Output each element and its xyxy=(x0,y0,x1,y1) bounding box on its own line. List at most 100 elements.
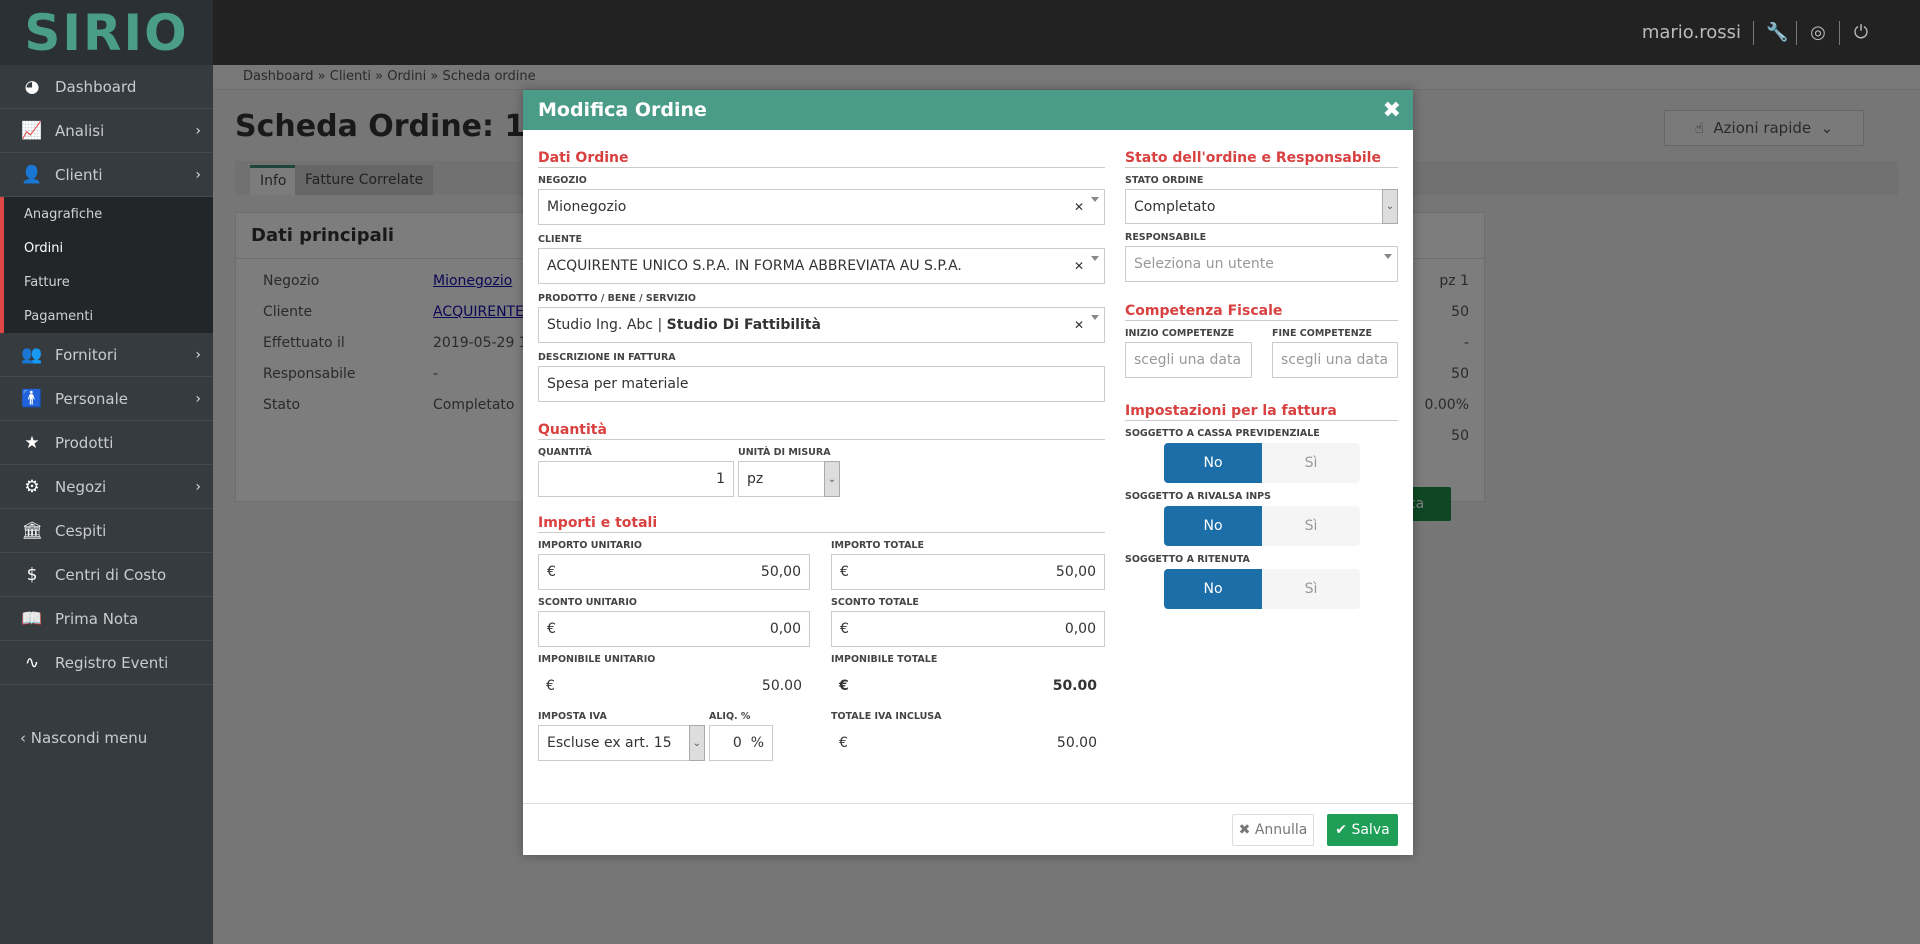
hide-menu-button[interactable]: ‹ Nascondi menu xyxy=(20,729,147,747)
aliquota-input[interactable]: 0 % xyxy=(709,725,773,761)
sidebar-item-registro-eventi[interactable]: ∿ Registro Eventi xyxy=(0,641,213,685)
sidebar-item-clienti[interactable]: 👤 Clienti › xyxy=(0,153,213,197)
inizio-placeholder: scegli una data xyxy=(1134,352,1242,368)
sidebar-item-label: Registro Eventi xyxy=(55,653,169,672)
modal-title: Modifica Ordine xyxy=(538,99,707,121)
sidebar-subitem-anagrafiche[interactable]: Anagrafiche xyxy=(4,197,213,231)
imposta-iva-select[interactable]: Escluse ex art. 15 ⌄ xyxy=(538,725,705,761)
sconto-totale-label: Sconto totale xyxy=(831,597,919,608)
sidebar-item-personale[interactable]: 🚹 Personale › xyxy=(0,377,213,421)
importo-totale-input[interactable]: € 50,00 xyxy=(831,554,1105,590)
modal-header: Modifica Ordine ✖ xyxy=(523,90,1413,130)
sidebar-item-centri-di-costo[interactable]: $ Centri di Costo xyxy=(0,553,213,597)
chevron-right-icon: › xyxy=(195,166,201,183)
unita-value: pz xyxy=(747,471,764,487)
sidebar-item-dashboard[interactable]: ◕ Dashboard xyxy=(0,65,213,109)
section-stato: Stato dell'ordine e Responsabile xyxy=(1125,150,1398,168)
sidebar-subitem-fatture[interactable]: Fatture xyxy=(4,265,213,299)
clear-icon[interactable]: ✕ xyxy=(1074,318,1084,332)
euro-icon: € xyxy=(840,564,849,580)
sidebar-item-label: Negozi xyxy=(55,477,107,496)
negozio-label: Negozio xyxy=(538,175,587,186)
chart-line-icon: 📈 xyxy=(21,120,43,141)
sconto-unitario-label: Sconto unitario xyxy=(538,597,637,608)
chevron-down-icon[interactable]: ⌄ xyxy=(824,461,840,497)
negozio-select[interactable]: Mionegozio ✕ xyxy=(538,189,1105,225)
section-importi: Importi e totali xyxy=(538,515,1105,533)
percent-icon: % xyxy=(750,735,764,751)
sidebar-item-label: Dashboard xyxy=(55,77,137,96)
divider xyxy=(1753,20,1754,45)
sidebar-item-negozi[interactable]: ⚙ Negozi › xyxy=(0,465,213,509)
cliente-select[interactable]: ACQUIRENTE UNICO S.P.A. IN FORMA ABBREVI… xyxy=(538,248,1105,284)
clear-icon[interactable]: ✕ xyxy=(1074,200,1084,214)
sidebar-subitem-ordini[interactable]: Ordini xyxy=(4,231,213,265)
sconto-totale-input[interactable]: € 0,00 xyxy=(831,611,1105,647)
sidebar-subitem-pagamenti[interactable]: Pagamenti xyxy=(4,299,213,333)
toggle-no-option[interactable]: No xyxy=(1164,506,1262,546)
gear-icon: ⚙ xyxy=(24,476,40,497)
importo-totale-value: 50,00 xyxy=(1055,564,1096,580)
importo-unitario-input[interactable]: € 50,00 xyxy=(538,554,810,590)
sidebar: ◕ Dashboard 📈 Analisi › 👤 Clienti › Anag… xyxy=(0,65,213,944)
power-icon[interactable]: ⏻ xyxy=(1852,22,1870,43)
cliente-value: ACQUIRENTE UNICO S.P.A. IN FORMA ABBREVI… xyxy=(547,258,962,274)
close-icon[interactable]: ✖ xyxy=(1383,98,1401,123)
chevron-down-icon[interactable]: ⌄ xyxy=(689,725,705,761)
inizio-competenze-input[interactable]: scegli una data xyxy=(1125,342,1252,378)
modal-footer: ✖ Annulla ✔ Salva xyxy=(523,803,1413,855)
descrizione-input[interactable]: Spesa per materiale xyxy=(538,366,1105,402)
male-icon: 🚹 xyxy=(21,388,43,409)
aliquota-label: Aliq. % xyxy=(709,711,751,722)
toggle-si-option[interactable]: Sì xyxy=(1262,569,1360,609)
prodotto-select[interactable]: Studio Ing. Abc | Studio Di Fattibilità … xyxy=(538,307,1105,343)
chevron-right-icon: › xyxy=(195,390,201,407)
toggle-no-option[interactable]: No xyxy=(1164,443,1262,483)
sidebar-item-fornitori[interactable]: 👥 Fornitori › xyxy=(0,333,213,377)
euro-icon: € xyxy=(840,621,849,637)
clear-icon[interactable]: ✕ xyxy=(1074,259,1084,273)
lifebuoy-icon[interactable]: ◎ xyxy=(1809,22,1827,43)
star-icon: ★ xyxy=(24,432,40,453)
wrench-icon[interactable]: 🔧 xyxy=(1766,22,1788,43)
euro-icon: € xyxy=(839,735,848,751)
dollar-icon: $ xyxy=(26,564,38,585)
importo-totale-label: Importo totale xyxy=(831,540,924,551)
dropdown-arrow-icon xyxy=(1091,256,1099,261)
save-button[interactable]: ✔ Salva xyxy=(1327,814,1398,846)
unita-select[interactable]: pz ⌄ xyxy=(738,461,840,497)
username[interactable]: mario.rossi xyxy=(1642,22,1741,43)
rss-icon: ∿ xyxy=(24,652,40,673)
sconto-unitario-input[interactable]: € 0,00 xyxy=(538,611,810,647)
dropdown-arrow-icon xyxy=(1091,197,1099,202)
top-bar: SIRIO mario.rossi 🔧 ◎ ⏻ xyxy=(0,0,1920,65)
stato-ordine-select[interactable]: Completato ⌄ xyxy=(1125,189,1398,224)
chevron-right-icon: › xyxy=(195,478,201,495)
quantita-input[interactable]: 1 xyxy=(538,461,734,497)
fine-competenze-input[interactable]: scegli una data xyxy=(1272,342,1398,378)
toggle-no-option[interactable]: No xyxy=(1164,569,1262,609)
sidebar-item-cespiti[interactable]: 🏛 Cespiti xyxy=(0,509,213,553)
chevron-left-icon: ‹ xyxy=(20,729,31,747)
responsabile-select[interactable]: Seleziona un utente xyxy=(1125,246,1398,282)
imposta-iva-label: Imposta IVA xyxy=(538,711,607,722)
section-quantita: Quantità xyxy=(538,422,1105,440)
stato-ordine-value: Completato xyxy=(1134,198,1216,215)
negozio-value: Mionegozio xyxy=(547,199,627,215)
sidebar-item-label: Fornitori xyxy=(55,345,118,364)
sidebar-item-prima-nota[interactable]: 📖 Prima Nota xyxy=(0,597,213,641)
sidebar-item-analisi[interactable]: 📈 Analisi › xyxy=(0,109,213,153)
toggle-rivalsa-label: Soggetto a rivalsa INPS xyxy=(1125,491,1271,502)
sidebar-item-label: Prima Nota xyxy=(55,609,139,628)
importo-unitario-value: 50,00 xyxy=(760,564,801,580)
toggle-si-option[interactable]: Sì xyxy=(1262,506,1360,546)
imponibile-unitario-value: 50.00 xyxy=(761,678,802,694)
imponibile-unitario-label: Imponibile unitario xyxy=(538,654,656,665)
chevron-down-icon[interactable]: ⌄ xyxy=(1382,189,1398,224)
toggle-si-option[interactable]: Sì xyxy=(1262,443,1360,483)
totale-iva-label: Totale IVA inclusa xyxy=(831,711,942,722)
sidebar-item-prodotti[interactable]: ★ Prodotti xyxy=(0,421,213,465)
app-logo[interactable]: SIRIO xyxy=(0,0,213,65)
check-icon: ✔ xyxy=(1335,822,1352,838)
cancel-button[interactable]: ✖ Annulla xyxy=(1232,814,1314,846)
